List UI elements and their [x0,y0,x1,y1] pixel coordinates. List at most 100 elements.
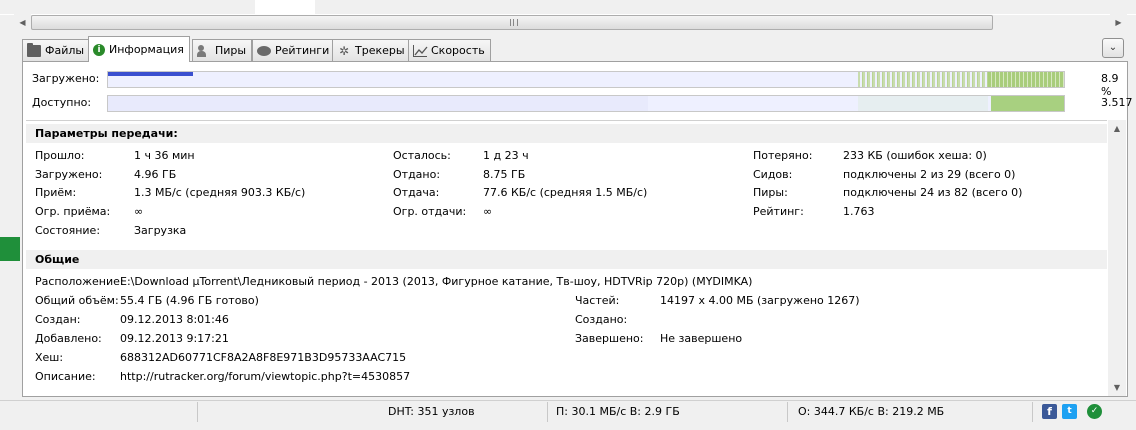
list-area-fragment [255,0,315,14]
location-value: E:\Download µTorrent\Ледниковый период -… [120,275,753,288]
dht-status[interactable]: DHT: 351 узлов [197,402,547,422]
wasted-value: 233 КБ (ошибок хеша: 0) [843,149,987,162]
seeds-value: подключены 2 из 29 (всего 0) [843,168,1016,181]
receive-limit-value: ∞ [134,205,144,218]
scroll-up-arrow-icon[interactable]: ▲ [1108,120,1126,137]
chevron-down-icon: ⌄ [1108,42,1118,53]
remaining-value: 1 д 23 ч [483,149,529,162]
status-bar: DHT: 351 узлов П: 30.1 МБ/с В: 2.9 ГБ О:… [0,400,1136,422]
download-text: П: 30.1 МБ/с В: 2.9 ГБ [556,405,680,418]
folder-icon [27,42,41,57]
receive-speed-label: Приём: [35,186,77,199]
info-icon: i [93,43,105,56]
location-label: Расположение: [35,275,124,288]
pieces-label: Частей: [575,294,620,307]
downloaded-pieces-bar [107,71,1065,88]
peers-icon [197,44,211,57]
availability-segment [991,96,1064,111]
tab-info[interactable]: i Информация [88,36,190,62]
downloaded-row: Загружено: 8.9 % [23,68,1127,98]
scroll-left-arrow-icon[interactable]: ◀ [14,14,31,31]
description-label: Описание: [35,370,96,383]
pieces-map-segment [858,72,988,87]
tab-peers[interactable]: Пиры [192,39,253,61]
sidebar-edge-marker [0,237,20,261]
trackers-icon: ✲ [338,43,350,58]
upload-limit-label: Огр. отдачи: [393,205,467,218]
created-label: Создан: [35,313,81,326]
transfer-section-title: Параметры передачи: [26,124,1107,143]
description-link[interactable]: http://rutracker.org/forum/viewtopic.php… [120,370,410,383]
hash-label: Хеш: [35,351,64,364]
general-section-title: Общие [26,250,1107,269]
tab-bar: Файлы i Информация Пиры Рейтинги ✲ Треке… [0,36,1136,62]
status-ok-icon[interactable]: ✓ [1087,404,1102,419]
scrollbar-thumb[interactable] [31,15,993,30]
tab-label: Пиры [215,44,247,57]
upload-speed-label: Отдача: [393,186,440,199]
total-size-value: 55.4 ГБ (4.96 ГБ готово) [120,294,259,307]
upload-speed-value: 77.6 КБ/с (средняя 1.5 МБ/с) [483,186,648,199]
window-bottom-edge [0,422,1136,430]
twitter-icon[interactable]: t [1062,404,1077,419]
available-row: Доступно: 3.517 [23,92,1133,114]
upload-status[interactable]: О: 344.7 КБ/с В: 219.2 МБ [787,402,1032,422]
completed-label: Завершено: [575,332,644,345]
downloaded-label: Загружено: [32,72,100,85]
availability-segment [858,96,988,111]
created-by-label: Создано: [575,313,628,326]
ratio-value: 1.763 [843,205,875,218]
horizontal-scrollbar[interactable]: ◀ ▶ [0,0,1136,32]
pieces-map-segment [988,72,1064,87]
tab-label: Трекеры [355,44,405,57]
tab-label: Скорость [431,44,485,57]
facebook-icon[interactable]: f [1042,404,1057,419]
scroll-right-arrow-icon[interactable]: ▶ [1110,14,1127,31]
elapsed-value: 1 ч 36 мин [134,149,195,162]
uploaded-label: Отдано: [393,168,441,181]
tab-label: Информация [109,43,184,56]
receive-limit-label: Огр. приёма: [35,205,111,218]
tab-label: Файлы [45,44,85,57]
chat-bubble-icon [257,45,271,56]
wasted-label: Потеряно: [753,149,813,162]
upload-text: О: 344.7 КБ/с В: 219.2 МБ [798,405,945,418]
tab-speed[interactable]: Скорость [408,39,491,61]
peers-value: подключены 24 из 82 (всего 0) [843,186,1023,199]
tab-ratings[interactable]: Рейтинги [252,39,336,61]
state-label: Состояние: [35,224,101,237]
downloaded-amount-value: 4.96 ГБ [134,168,177,181]
dht-text: DHT: 351 узлов [388,405,475,418]
hash-value: 688312AD60771CF8A2A8F8E971B3D95733AAC715 [120,351,407,364]
scroll-down-arrow-icon[interactable]: ▼ [1108,379,1126,396]
status-cell-empty [0,402,197,422]
added-value: 09.12.2013 9:17:21 [120,332,229,345]
details-area: Параметры передачи: Прошло: 1 ч 36 мин З… [26,120,1107,396]
uploaded-value: 8.75 ГБ [483,168,526,181]
availability-value: 3.517 [1101,96,1133,109]
total-size-label: Общий объём: [35,294,119,307]
available-label: Доступно: [32,96,92,109]
vertical-scrollbar[interactable]: ▲ ▼ [1108,120,1126,396]
availability-bar [107,95,1065,112]
remaining-label: Осталось: [393,149,451,162]
tab-trackers[interactable]: ✲ Трекеры [332,39,411,61]
peers-label: Пиры: [753,186,788,199]
collapse-panel-button[interactable]: ⌄ [1102,38,1124,58]
downloaded-amount-label: Загружено: [35,168,103,181]
downloaded-progress-fill [108,72,193,76]
created-value: 09.12.2013 8:01:46 [120,313,229,326]
info-panel: Загружено: 8.9 % Доступно: 3.517 Парамет… [22,61,1133,397]
receive-speed-value: 1.3 МБ/с (средняя 903.3 КБ/с) [134,186,306,199]
pieces-value: 14197 x 4.00 МБ (загружено 1267) [660,294,860,307]
seeds-label: Сидов: [753,168,793,181]
state-value: Загрузка [134,224,187,237]
speed-chart-icon [413,44,428,57]
elapsed-label: Прошло: [35,149,85,162]
tab-files[interactable]: Файлы [22,39,91,61]
availability-segment [108,96,648,111]
completed-value: Не завершено [660,332,743,345]
upload-limit-value: ∞ [483,205,493,218]
added-label: Добавлено: [35,332,102,345]
download-status[interactable]: П: 30.1 МБ/с В: 2.9 ГБ [547,402,787,422]
